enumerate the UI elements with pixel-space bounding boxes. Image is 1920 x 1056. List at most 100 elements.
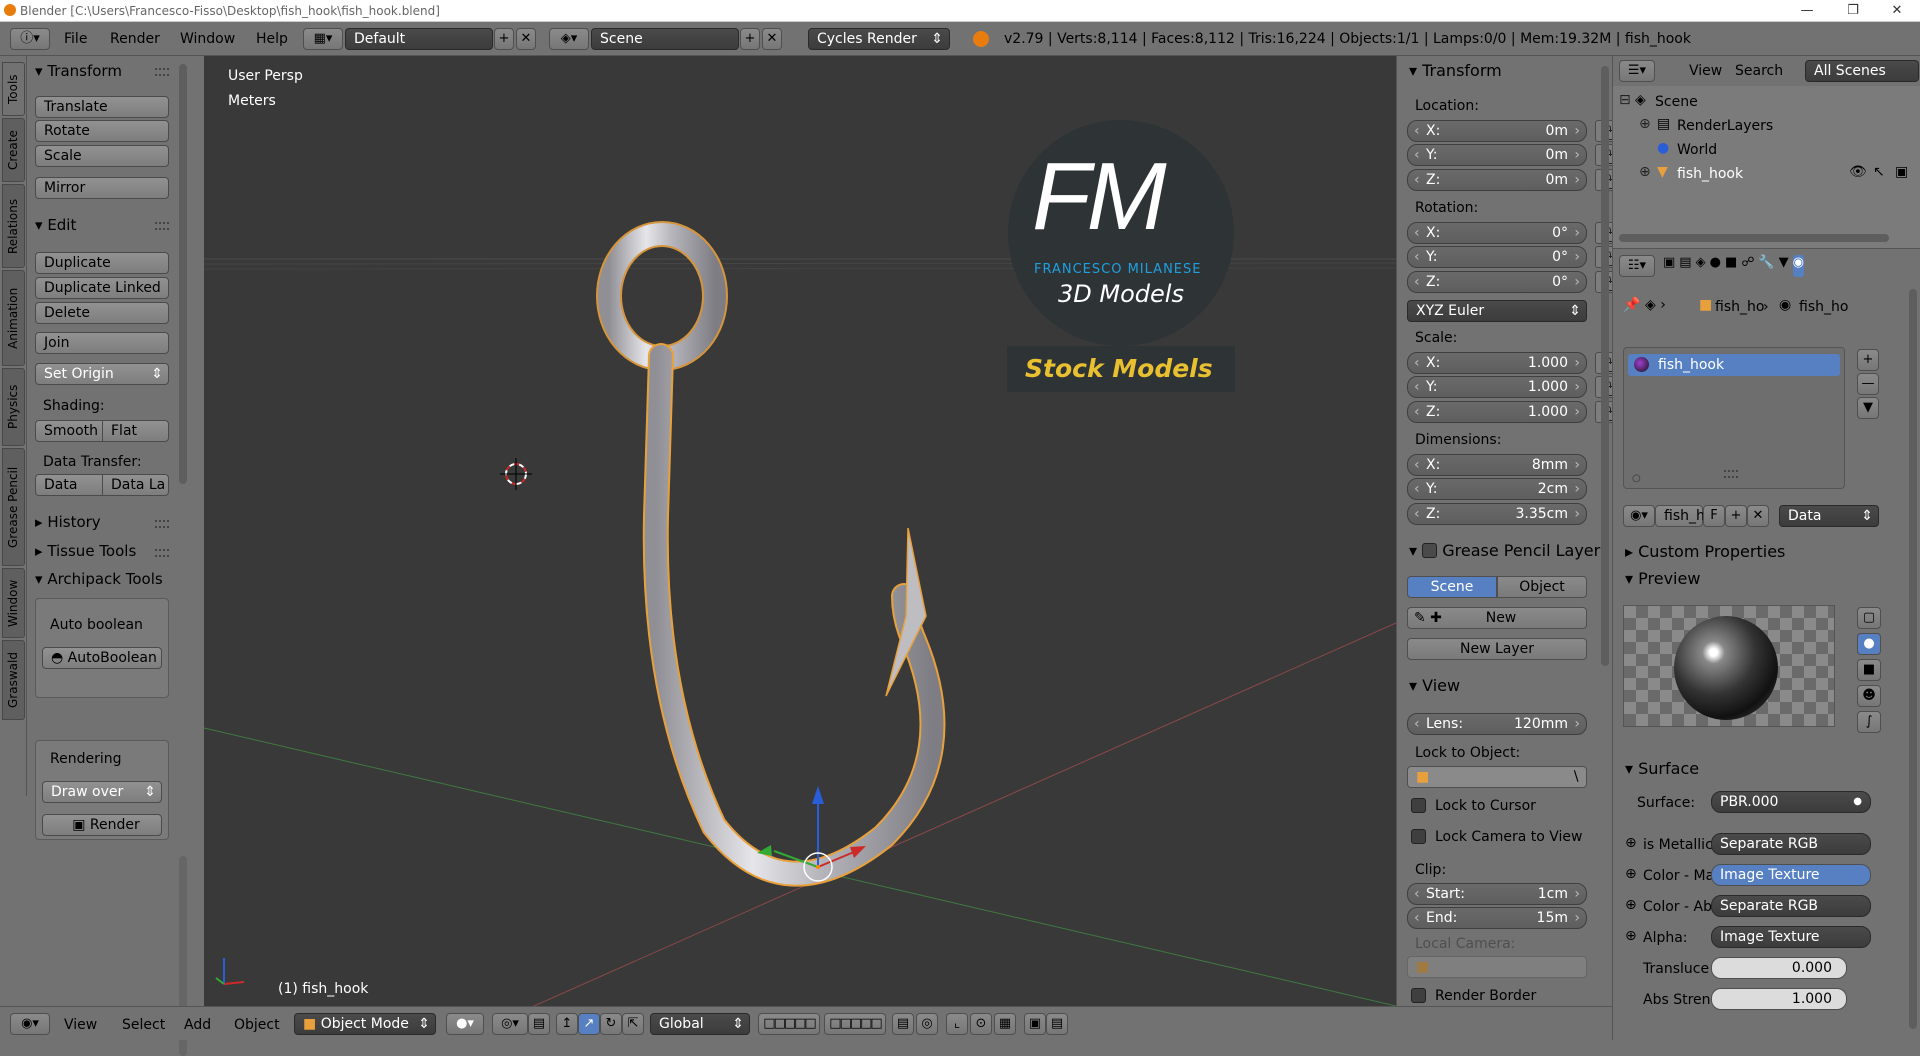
grease-pencil-layer-header[interactable]: ▾ Grease Pencil Layer (1409, 541, 1600, 560)
translate-button[interactable]: Translate (35, 96, 169, 118)
scene-layers-grid-2-icon[interactable]: □□□□□ (824, 1013, 886, 1035)
socket-value-field[interactable]: Separate RGB (1711, 895, 1871, 917)
close-icon[interactable]: ✕ (1874, 0, 1920, 22)
socket-icon[interactable]: ⊕ (1625, 835, 1637, 851)
data-tab-icon[interactable]: ▼ (1779, 255, 1789, 277)
render-camera-icon[interactable]: ▣ (1895, 164, 1908, 180)
world-tab-icon[interactable]: ● (1710, 255, 1721, 277)
flat-button[interactable]: Flat (102, 420, 169, 442)
tab-animation[interactable]: Animation (2, 270, 25, 366)
data-button[interactable]: Data (35, 474, 103, 496)
socket-icon[interactable]: ⊕ (1625, 866, 1637, 882)
panel-grip-icon[interactable] (155, 68, 169, 76)
screen-layout-field[interactable]: Default (345, 28, 493, 50)
socket-value-field[interactable]: Separate RGB (1711, 833, 1871, 855)
menu-select[interactable]: Select (122, 1017, 165, 1033)
material-slot-list[interactable]: fish_hook ○ (1623, 347, 1845, 489)
lock-object-field[interactable]: ■ ∖ (1407, 766, 1587, 788)
cursor-select-icon[interactable]: ↖ (1873, 164, 1885, 180)
new-material-icon[interactable]: + (1725, 505, 1747, 527)
scale-x-field[interactable]: X: 1.000 (1407, 352, 1587, 374)
snap-target-icon[interactable]: ▦ (994, 1013, 1016, 1035)
unlink-material-icon[interactable]: ✕ (1747, 505, 1769, 527)
outliner-display-mode[interactable]: All Scenes (1805, 60, 1919, 82)
properties-editor-type-icon[interactable]: ☷▾ (1619, 255, 1655, 277)
editor-type-info-button[interactable]: ⓘ▾ (10, 28, 50, 50)
transform-panel-header[interactable]: ▾ Transform (35, 62, 122, 80)
scale-y-field[interactable]: Y: 1.000 (1407, 376, 1587, 398)
snap-element-icon[interactable]: ⊙ (970, 1013, 992, 1035)
preview-flat-icon[interactable]: ▢ (1857, 607, 1881, 629)
render-tab-icon[interactable]: ▣ (1663, 255, 1675, 277)
scene-field[interactable]: Scene (591, 28, 739, 50)
scale-z-field[interactable]: Z: 1.000 (1407, 401, 1587, 423)
tissue-tools-panel-header[interactable]: ▸ Tissue Tools (35, 542, 136, 560)
preview-monkey-icon[interactable]: ☻ (1857, 685, 1881, 707)
render-engine-dropdown[interactable]: Cycles Render ⇕ (808, 28, 950, 50)
tab-tools[interactable]: Tools (2, 62, 25, 116)
material-name-field[interactable]: fish_h (1655, 505, 1705, 527)
pivot-point-icon[interactable]: ◎▾ (492, 1013, 528, 1035)
remove-screen-icon[interactable]: ✕ (516, 28, 536, 50)
scale-button[interactable]: Scale (35, 145, 169, 167)
outliner-scene[interactable]: Scene (1655, 94, 1698, 110)
modifier-tab-icon[interactable]: 🔧 (1758, 255, 1774, 277)
menu-window[interactable]: Window (180, 31, 235, 47)
fake-user-button[interactable]: F (1703, 505, 1725, 527)
abs-strength-slider[interactable]: 1.000 (1711, 988, 1847, 1010)
menu-file[interactable]: File (64, 31, 87, 47)
menu-add[interactable]: Add (184, 1017, 211, 1033)
preview-hair-icon[interactable]: ∫ (1857, 711, 1881, 733)
menu-object[interactable]: Object (234, 1017, 280, 1033)
rotation-x-field[interactable]: X: 0° (1407, 222, 1587, 244)
outliner-world[interactable]: World (1677, 142, 1717, 158)
archipack-tools-panel-header[interactable]: ▾ Archipack Tools (35, 570, 175, 588)
scene-tab-icon[interactable]: ◈ (1696, 255, 1706, 277)
eye-icon[interactable]: 👁 (1849, 164, 1867, 180)
new-grease-button[interactable]: ✎ ✚ New (1407, 607, 1587, 629)
render-button[interactable]: ▣ Render (42, 814, 162, 836)
translucence-slider[interactable]: 0.000 (1711, 957, 1847, 979)
socket-value-field[interactable]: Image Texture (1711, 864, 1871, 886)
viewport-shading-icon[interactable]: ●▾ (446, 1013, 484, 1035)
outliner-search-menu[interactable]: Search (1735, 63, 1783, 79)
surface-header[interactable]: ▾ Surface (1625, 759, 1699, 778)
location-z-field[interactable]: Z: 0m (1407, 169, 1587, 191)
rotation-mode-dropdown[interactable]: XYZ Euler ⇕ (1407, 300, 1587, 322)
duplicate-linked-button[interactable]: Duplicate Linked (35, 277, 169, 299)
add-slot-icon[interactable]: + (1857, 349, 1879, 371)
move-manipulator-icon[interactable]: ↗ (578, 1013, 600, 1035)
clip-start-field[interactable]: Start: 1cm (1407, 883, 1587, 905)
panel-grip-icon[interactable] (155, 549, 169, 557)
maximize-icon[interactable]: ❐ (1830, 0, 1876, 22)
minimize-icon[interactable]: — (1784, 0, 1830, 22)
transform-orientation-dropdown[interactable]: Global ⇕ (650, 1013, 750, 1035)
toolshelf-scrollbar[interactable] (179, 64, 187, 484)
history-panel-header[interactable]: ▸ History (35, 513, 101, 531)
rotation-z-field[interactable]: Z: 0° (1407, 271, 1587, 293)
outliner-fish-hook[interactable]: fish_hook (1677, 166, 1743, 182)
new-layer-button[interactable]: New Layer (1407, 638, 1587, 660)
remove-scene-icon[interactable]: ✕ (762, 28, 782, 50)
rotate-manipulator-icon[interactable]: ↻ (600, 1013, 622, 1035)
dimensions-z-field[interactable]: Z: 3.35cm (1407, 503, 1587, 525)
lock-camera-checkbox[interactable] (1411, 829, 1426, 844)
tab-relations[interactable]: Relations (2, 184, 25, 268)
socket-value-field[interactable]: Image Texture (1711, 926, 1871, 948)
dimensions-x-field[interactable]: X: 8mm (1407, 454, 1587, 476)
menu-view[interactable]: View (64, 1017, 97, 1033)
delete-button[interactable]: Delete (35, 302, 169, 324)
add-screen-icon[interactable]: + (494, 28, 514, 50)
location-y-field[interactable]: Y: 0m (1407, 144, 1587, 166)
scene-icon[interactable]: ◈▾ (549, 28, 589, 50)
socket-icon[interactable]: ⊕ (1625, 928, 1637, 944)
grease-pencil-checkbox[interactable] (1422, 543, 1438, 558)
grease-object-tab[interactable]: Object (1497, 576, 1587, 598)
lock-to-cursor-checkbox[interactable] (1411, 798, 1426, 813)
render-border-checkbox[interactable] (1411, 988, 1426, 1003)
tab-grease-pencil[interactable]: Grease Pencil (2, 448, 25, 566)
surface-shader-field[interactable]: PBR.000 ● (1711, 791, 1871, 813)
expand-toggle-icon[interactable]: ⊟ (1619, 92, 1631, 108)
outliner-renderlayers[interactable]: RenderLayers (1677, 118, 1773, 134)
breadcrumb-object[interactable]: fish_ho (1715, 299, 1764, 315)
